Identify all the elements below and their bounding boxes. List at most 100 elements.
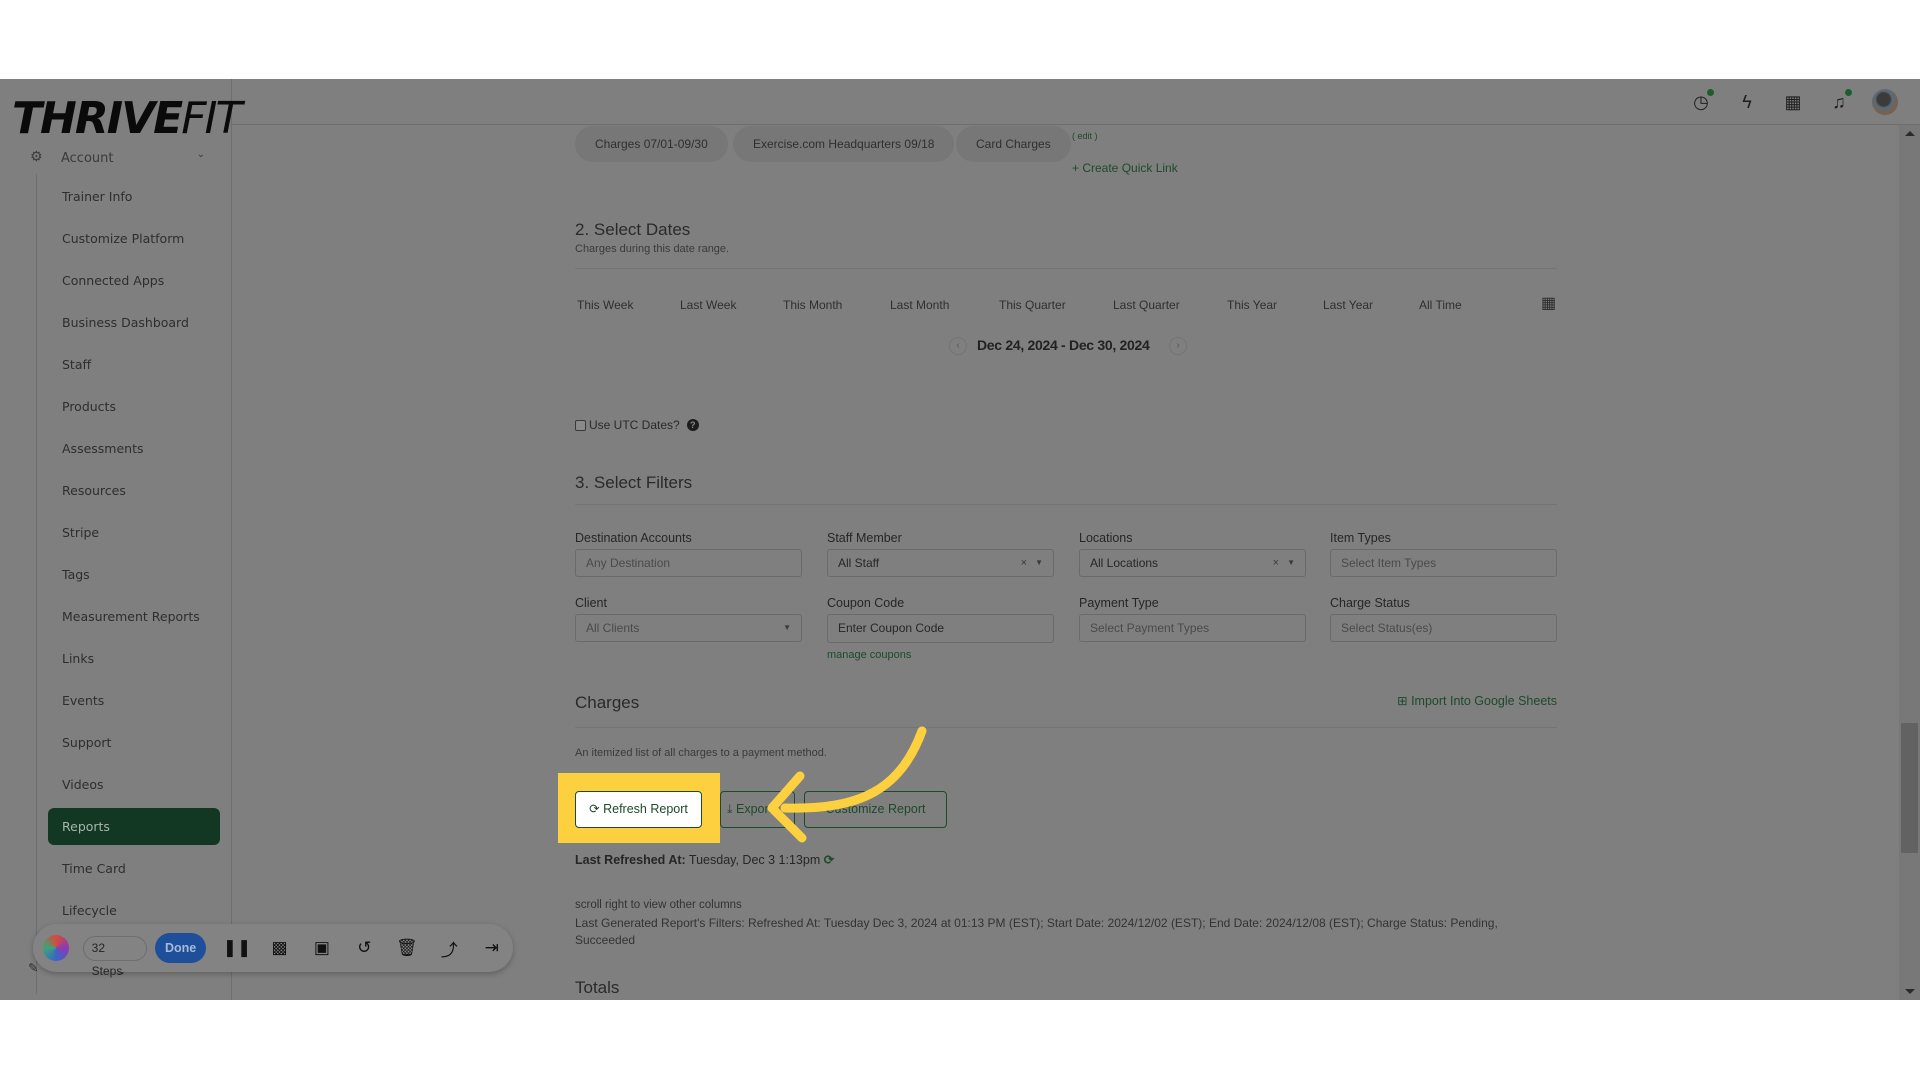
quick-link-chip[interactable]: Card Charges <box>956 126 1071 162</box>
page-scrollbar[interactable] <box>1899 125 1920 1000</box>
quick-link-chip[interactable]: Charges 07/01-09/30 <box>575 126 728 162</box>
thrivefit-logo[interactable]: THRIVEFIT <box>12 97 242 141</box>
range-all-time[interactable]: All Time <box>1419 298 1462 312</box>
bell-icon[interactable]: ♫ <box>1816 89 1862 115</box>
last-refreshed: Last Refreshed At: Tuesday, Dec 3 1:13pm… <box>575 852 834 867</box>
blur-icon[interactable]: ▩ <box>258 938 300 958</box>
sidebar-item-business-dashboard[interactable]: Business Dashboard <box>48 302 220 344</box>
sidebar-item-products[interactable]: Products <box>48 386 220 428</box>
range-last-year[interactable]: Last Year <box>1323 298 1373 312</box>
range-this-week[interactable]: This Week <box>577 298 633 312</box>
divider <box>575 268 1557 269</box>
destination-accounts-select[interactable]: Any Destination <box>575 549 802 577</box>
filter-label: Destination Accounts <box>575 531 692 545</box>
help-icon[interactable]: ? <box>686 419 699 431</box>
sidebar-item-assessments[interactable]: Assessments <box>48 428 220 470</box>
logo-bold: THRIVE <box>12 93 183 144</box>
import-link-label: Import Into Google Sheets <box>1411 694 1557 708</box>
charges-title: Charges <box>575 693 640 712</box>
sidebar-item-stripe[interactable]: Stripe <box>48 512 220 554</box>
trash-icon[interactable]: 🗑︎ <box>386 938 428 958</box>
utc-checkbox[interactable] <box>575 419 586 431</box>
filter-label: Coupon Code <box>827 596 905 610</box>
staff-member-select[interactable]: All Staff × ▼ <box>827 549 1054 577</box>
customize-report-button[interactable]: Customize Report <box>804 791 947 828</box>
pause-icon[interactable]: ❚❚ <box>216 938 258 958</box>
charge-status-select[interactable]: Select Status(es) <box>1330 614 1557 642</box>
create-quick-link[interactable]: + Create Quick Link <box>1072 161 1178 175</box>
sidebar-item-reports[interactable]: Reports <box>48 808 220 845</box>
last-generated-filters: Last Generated Report's Filters: Refresh… <box>575 916 1498 947</box>
client-select[interactable]: All Clients ▼ <box>575 614 802 642</box>
scrollbar-thumb[interactable] <box>1901 723 1918 853</box>
item-types-select[interactable]: Select Item Types <box>1330 549 1557 577</box>
nav-guide-line <box>36 174 37 994</box>
sidebar-section-account[interactable]: ⚙ Account ⌄ <box>30 149 205 169</box>
totals-title: Totals <box>575 978 620 997</box>
sidebar-item-customize-platform[interactable]: Customize Platform <box>48 218 220 260</box>
range-last-month[interactable]: Last Month <box>890 298 949 312</box>
sidebar-item-trainer-info[interactable]: Trainer Info <box>48 176 220 218</box>
locations-value: All Locations <box>1090 556 1159 570</box>
recorder-toolbar: 32 Steps Done ❚❚ ▩ ▣ ↺ 🗑︎ ⤴ ⇥ <box>33 924 513 978</box>
apps-grid-icon[interactable]: ▦ <box>1770 89 1816 115</box>
export-button[interactable]: ⤓ Export <box>720 791 795 828</box>
refresh-icon[interactable]: ⟳ <box>824 853 834 867</box>
sidebar-item-connected-apps[interactable]: Connected Apps <box>48 260 220 302</box>
quick-link-chip[interactable]: Exercise.com Headquarters 09/18 <box>733 126 955 162</box>
header-icons: ◷ ϟ ▦ ♫ <box>1678 89 1898 115</box>
filter-label: Client <box>575 596 607 610</box>
range-this-quarter[interactable]: This Quarter <box>999 298 1066 312</box>
sidebar-item-time-card[interactable]: Time Card <box>48 848 220 890</box>
caret-down-icon: ▼ <box>1287 558 1295 567</box>
coupon-code-input[interactable]: Enter Coupon Code <box>827 614 1054 643</box>
image-icon[interactable]: ▣ <box>301 938 343 958</box>
clear-icon[interactable]: × <box>1021 550 1027 576</box>
done-button[interactable]: Done <box>155 933 206 963</box>
current-date-range: Dec 24, 2024 - Dec 30, 2024 <box>977 337 1150 353</box>
use-utc-dates[interactable]: Use UTC Dates? ? <box>575 418 699 432</box>
recorder-logo <box>43 935 69 961</box>
caret-down-icon: ▼ <box>783 623 791 632</box>
refresh-report-button[interactable]: ⟳ Refresh Report <box>575 791 702 828</box>
range-this-year[interactable]: This Year <box>1227 298 1277 312</box>
user-avatar[interactable] <box>1872 89 1898 115</box>
caret-down-icon: ▼ <box>1035 558 1043 567</box>
chevron-right-icon[interactable]: › <box>1169 337 1187 355</box>
select-dates-title: 2. Select Dates <box>575 220 691 239</box>
calendar-icon[interactable]: ▦ <box>1541 293 1556 313</box>
sidebar-item-measurement-reports[interactable]: Measurement Reports <box>48 596 220 638</box>
sidebar-item-support[interactable]: Support <box>48 722 220 764</box>
clear-icon[interactable]: × <box>1273 550 1279 576</box>
import-google-sheets-link[interactable]: ⊞ Import Into Google Sheets <box>1397 693 1557 708</box>
sidebar-item-staff[interactable]: Staff <box>48 344 220 386</box>
sidebar-item-videos[interactable]: Videos <box>48 764 220 806</box>
scroll-down-arrow-icon[interactable] <box>1905 989 1915 994</box>
range-last-week[interactable]: Last Week <box>680 298 736 312</box>
sidebar: THRIVEFIT ⚙ Account ⌄ Trainer Info Custo… <box>0 79 242 1000</box>
sidebar-item-tags[interactable]: Tags <box>48 554 220 596</box>
steps-count[interactable]: 32 Steps <box>82 935 148 978</box>
staff-member-value: All Staff <box>838 556 880 570</box>
range-last-quarter[interactable]: Last Quarter <box>1113 298 1180 312</box>
scroll-up-arrow-icon[interactable] <box>1905 131 1915 136</box>
top-bar: ◷ ϟ ▦ ♫ <box>232 79 1920 125</box>
chevron-left-icon[interactable]: ‹ <box>949 337 967 355</box>
sidebar-item-resources[interactable]: Resources <box>48 470 220 512</box>
manage-coupons-link[interactable]: manage coupons <box>827 649 911 661</box>
lightning-icon[interactable]: ϟ <box>1724 89 1770 115</box>
sidebar-item-events[interactable]: Events <box>48 680 220 722</box>
range-this-month[interactable]: This Month <box>783 298 842 312</box>
sidebar-item-links[interactable]: Links <box>48 638 220 680</box>
sidebar-section-label: Account <box>61 151 114 166</box>
history-icon[interactable]: ◷ <box>1678 89 1724 115</box>
last-refreshed-label: Last Refreshed At: <box>575 853 686 867</box>
client-placeholder: All Clients <box>586 621 640 635</box>
locations-select[interactable]: All Locations × ▼ <box>1079 549 1306 577</box>
table-icon: ⊞ <box>1397 694 1412 708</box>
upload-arrow-icon[interactable]: ⤴ <box>428 936 470 961</box>
edit-quick-links-link[interactable]: ( edit ) <box>1072 131 1098 141</box>
skip-to-end-icon[interactable]: ⇥ <box>471 938 513 958</box>
payment-type-select[interactable]: Select Payment Types <box>1079 614 1306 642</box>
undo-icon[interactable]: ↺ <box>343 938 385 958</box>
